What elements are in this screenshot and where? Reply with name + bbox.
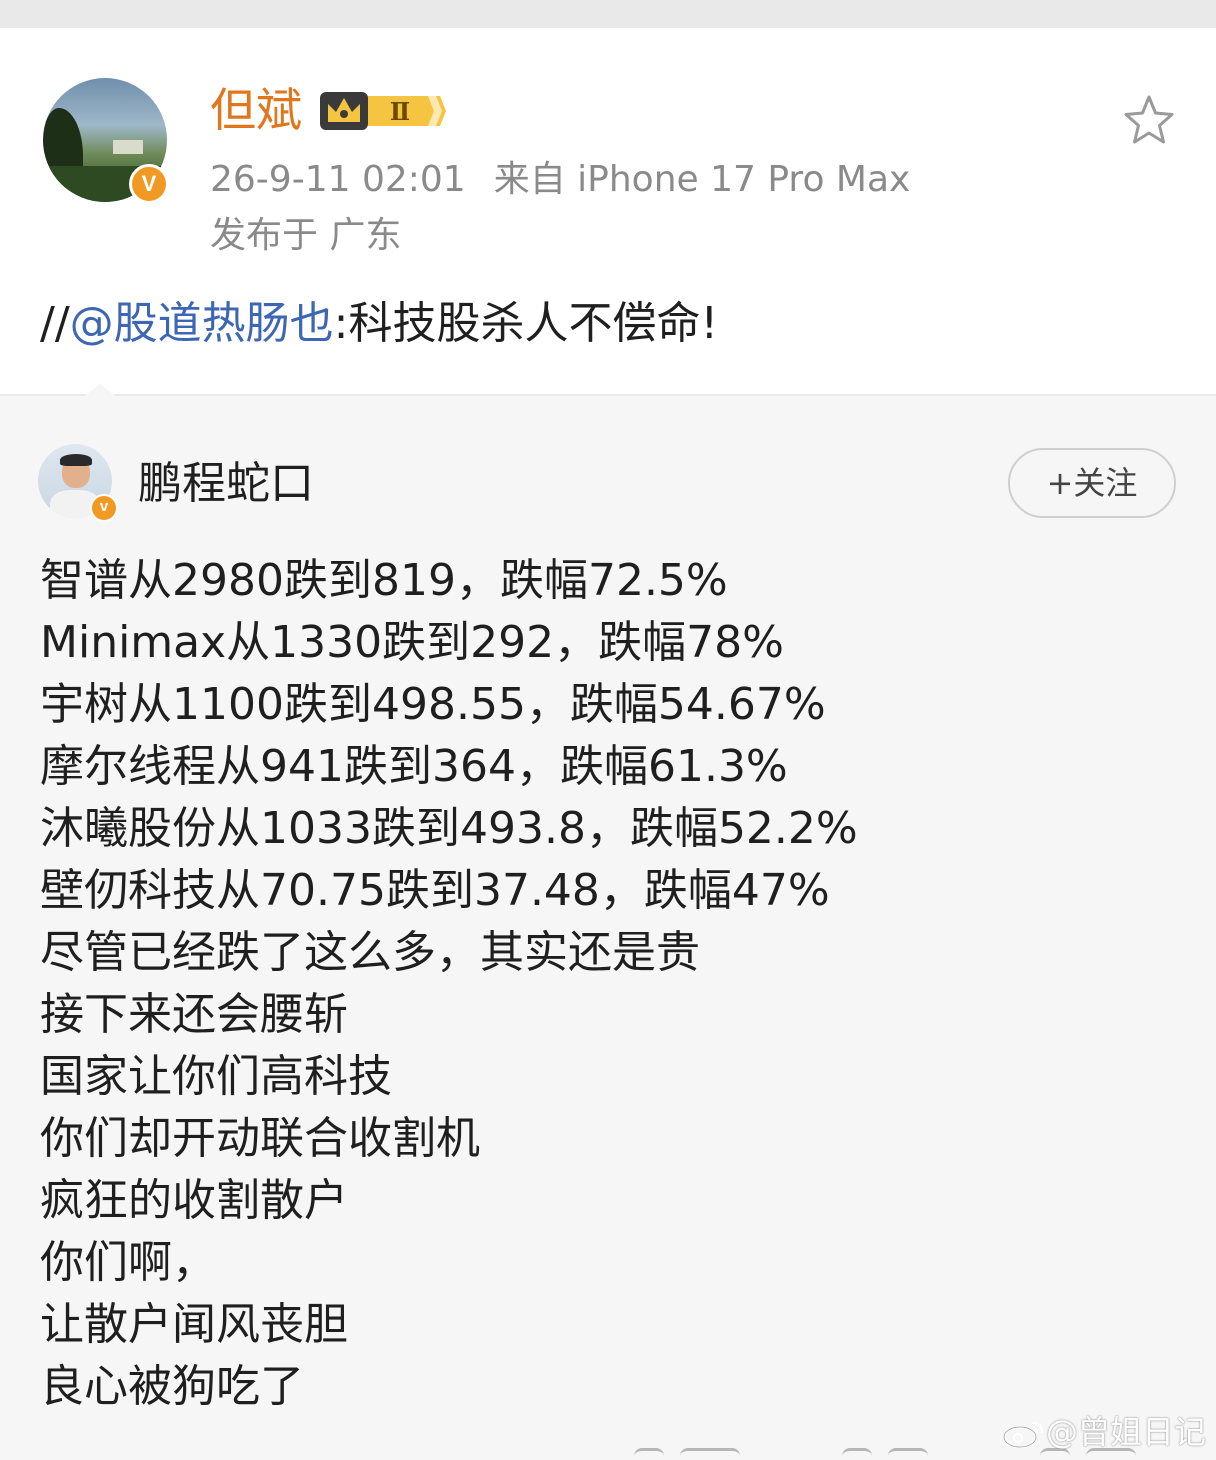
body-line: 你们却开动联合收割机: [40, 1113, 480, 1164]
star-icon[interactable]: [1120, 92, 1178, 150]
original-post-body: 智谱从2980跌到819，跌幅72.5% Minimax从1330跌到292，跌…: [40, 550, 1180, 1418]
body-line: 你们啊，: [40, 1237, 216, 1288]
body-line: 接下来还会腰斩: [40, 989, 348, 1040]
verified-badge-icon: V: [129, 164, 169, 204]
post-meta: 26-9-11 02:01 来自 iPhone 17 Pro Max: [210, 156, 910, 204]
post-source: 来自 iPhone 17 Pro Max: [493, 159, 911, 200]
body-line: 疯狂的收割散户: [40, 1175, 348, 1226]
body-line: 让散户闻风丧胆: [40, 1299, 348, 1350]
body-line: 沐曦股份从1033跌到493.8，跌幅52.2%: [40, 803, 858, 854]
original-verified-badge-icon: v: [90, 494, 118, 522]
body-line: 宇树从1100跌到498.55，跌幅54.67%: [40, 679, 826, 730]
mention-link[interactable]: @股道热肠也: [70, 298, 334, 349]
crown-icon: Ⅱ: [320, 92, 446, 130]
top-separator: [0, 0, 1216, 28]
weibo-icon: [1002, 1421, 1044, 1449]
level-badge-text: Ⅱ: [390, 97, 410, 126]
watermark-text: @曾姐日记: [1046, 1413, 1207, 1451]
body-line: 良心被狗吃了: [40, 1361, 304, 1412]
body-line: 摩尔线程从941跌到364，跌幅61.3%: [40, 741, 788, 792]
watermark: @曾姐日记: [1002, 1410, 1206, 1454]
body-line: 智谱从2980跌到819，跌幅72.5%: [40, 555, 728, 606]
body-line: Minimax从1330跌到292，跌幅78%: [40, 617, 784, 668]
post-timestamp: 26-9-11 02:01: [210, 159, 466, 200]
card-pointer: [82, 384, 118, 398]
repost-text: //@股道热肠也:科技股杀人不偿命!: [40, 294, 718, 354]
post-location: 发布于 广东: [210, 215, 402, 256]
repost-prefix: //: [40, 298, 70, 349]
body-line: 壁仞科技从70.75跌到37.48，跌幅47%: [40, 865, 830, 916]
author-name[interactable]: 但斌: [210, 82, 302, 138]
follow-button[interactable]: +关注: [1008, 448, 1176, 518]
original-author-name[interactable]: 鹏程蛇口: [138, 456, 314, 512]
body-line: 国家让你们高科技: [40, 1051, 392, 1102]
body-line: 尽管已经跌了这么多，其实还是贵: [40, 927, 700, 978]
repost-body: :科技股杀人不偿命!: [333, 298, 719, 349]
